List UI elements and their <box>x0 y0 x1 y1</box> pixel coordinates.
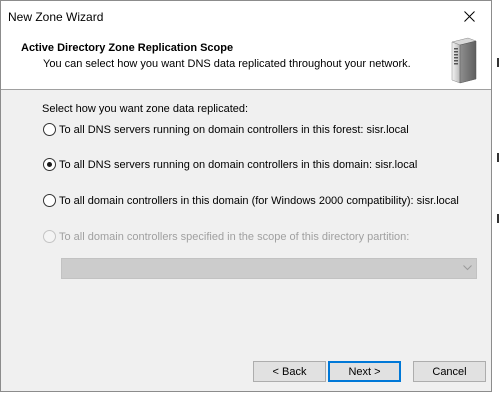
partition-dropdown <box>61 258 477 279</box>
option-forest-dns[interactable]: To all DNS servers running on domain con… <box>43 123 409 136</box>
close-icon <box>463 11 475 22</box>
page-title: Active Directory Zone Replication Scope <box>21 42 234 54</box>
option-domain-dns-label: To all DNS servers running on domain con… <box>59 158 418 171</box>
option-domain-controllers[interactable]: To all domain controllers in this domain… <box>43 194 459 207</box>
page-subtitle: You can select how you want DNS data rep… <box>43 58 411 70</box>
cancel-button[interactable]: Cancel <box>413 361 486 382</box>
back-button[interactable]: < Back <box>253 361 326 382</box>
chevron-down-icon <box>463 265 472 271</box>
option-forest-dns-label: To all DNS servers running on domain con… <box>59 123 409 136</box>
close-button[interactable] <box>447 1 491 32</box>
radio-directory-partition <box>43 230 56 243</box>
background-window-edge <box>492 0 499 394</box>
replication-prompt: Select how you want zone data replicated… <box>42 103 249 115</box>
window-title: New Zone Wizard <box>8 10 104 24</box>
title-bar: New Zone Wizard <box>1 1 491 32</box>
option-domain-controllers-label: To all domain controllers in this domain… <box>59 194 459 207</box>
option-domain-dns[interactable]: To all DNS servers running on domain con… <box>43 158 417 171</box>
wizard-header: Active Directory Zone Replication Scope … <box>1 32 491 90</box>
next-button[interactable]: Next > <box>328 361 401 382</box>
wizard-window: New Zone Wizard Active Directory Zone Re… <box>0 0 492 392</box>
radio-domain-controllers[interactable] <box>43 194 56 207</box>
radio-domain-dns[interactable] <box>43 158 56 171</box>
server-icon <box>451 37 477 84</box>
radio-forest-dns[interactable] <box>43 123 56 136</box>
option-directory-partition-label: To all domain controllers specified in t… <box>59 230 410 243</box>
option-directory-partition: To all domain controllers specified in t… <box>43 230 409 243</box>
